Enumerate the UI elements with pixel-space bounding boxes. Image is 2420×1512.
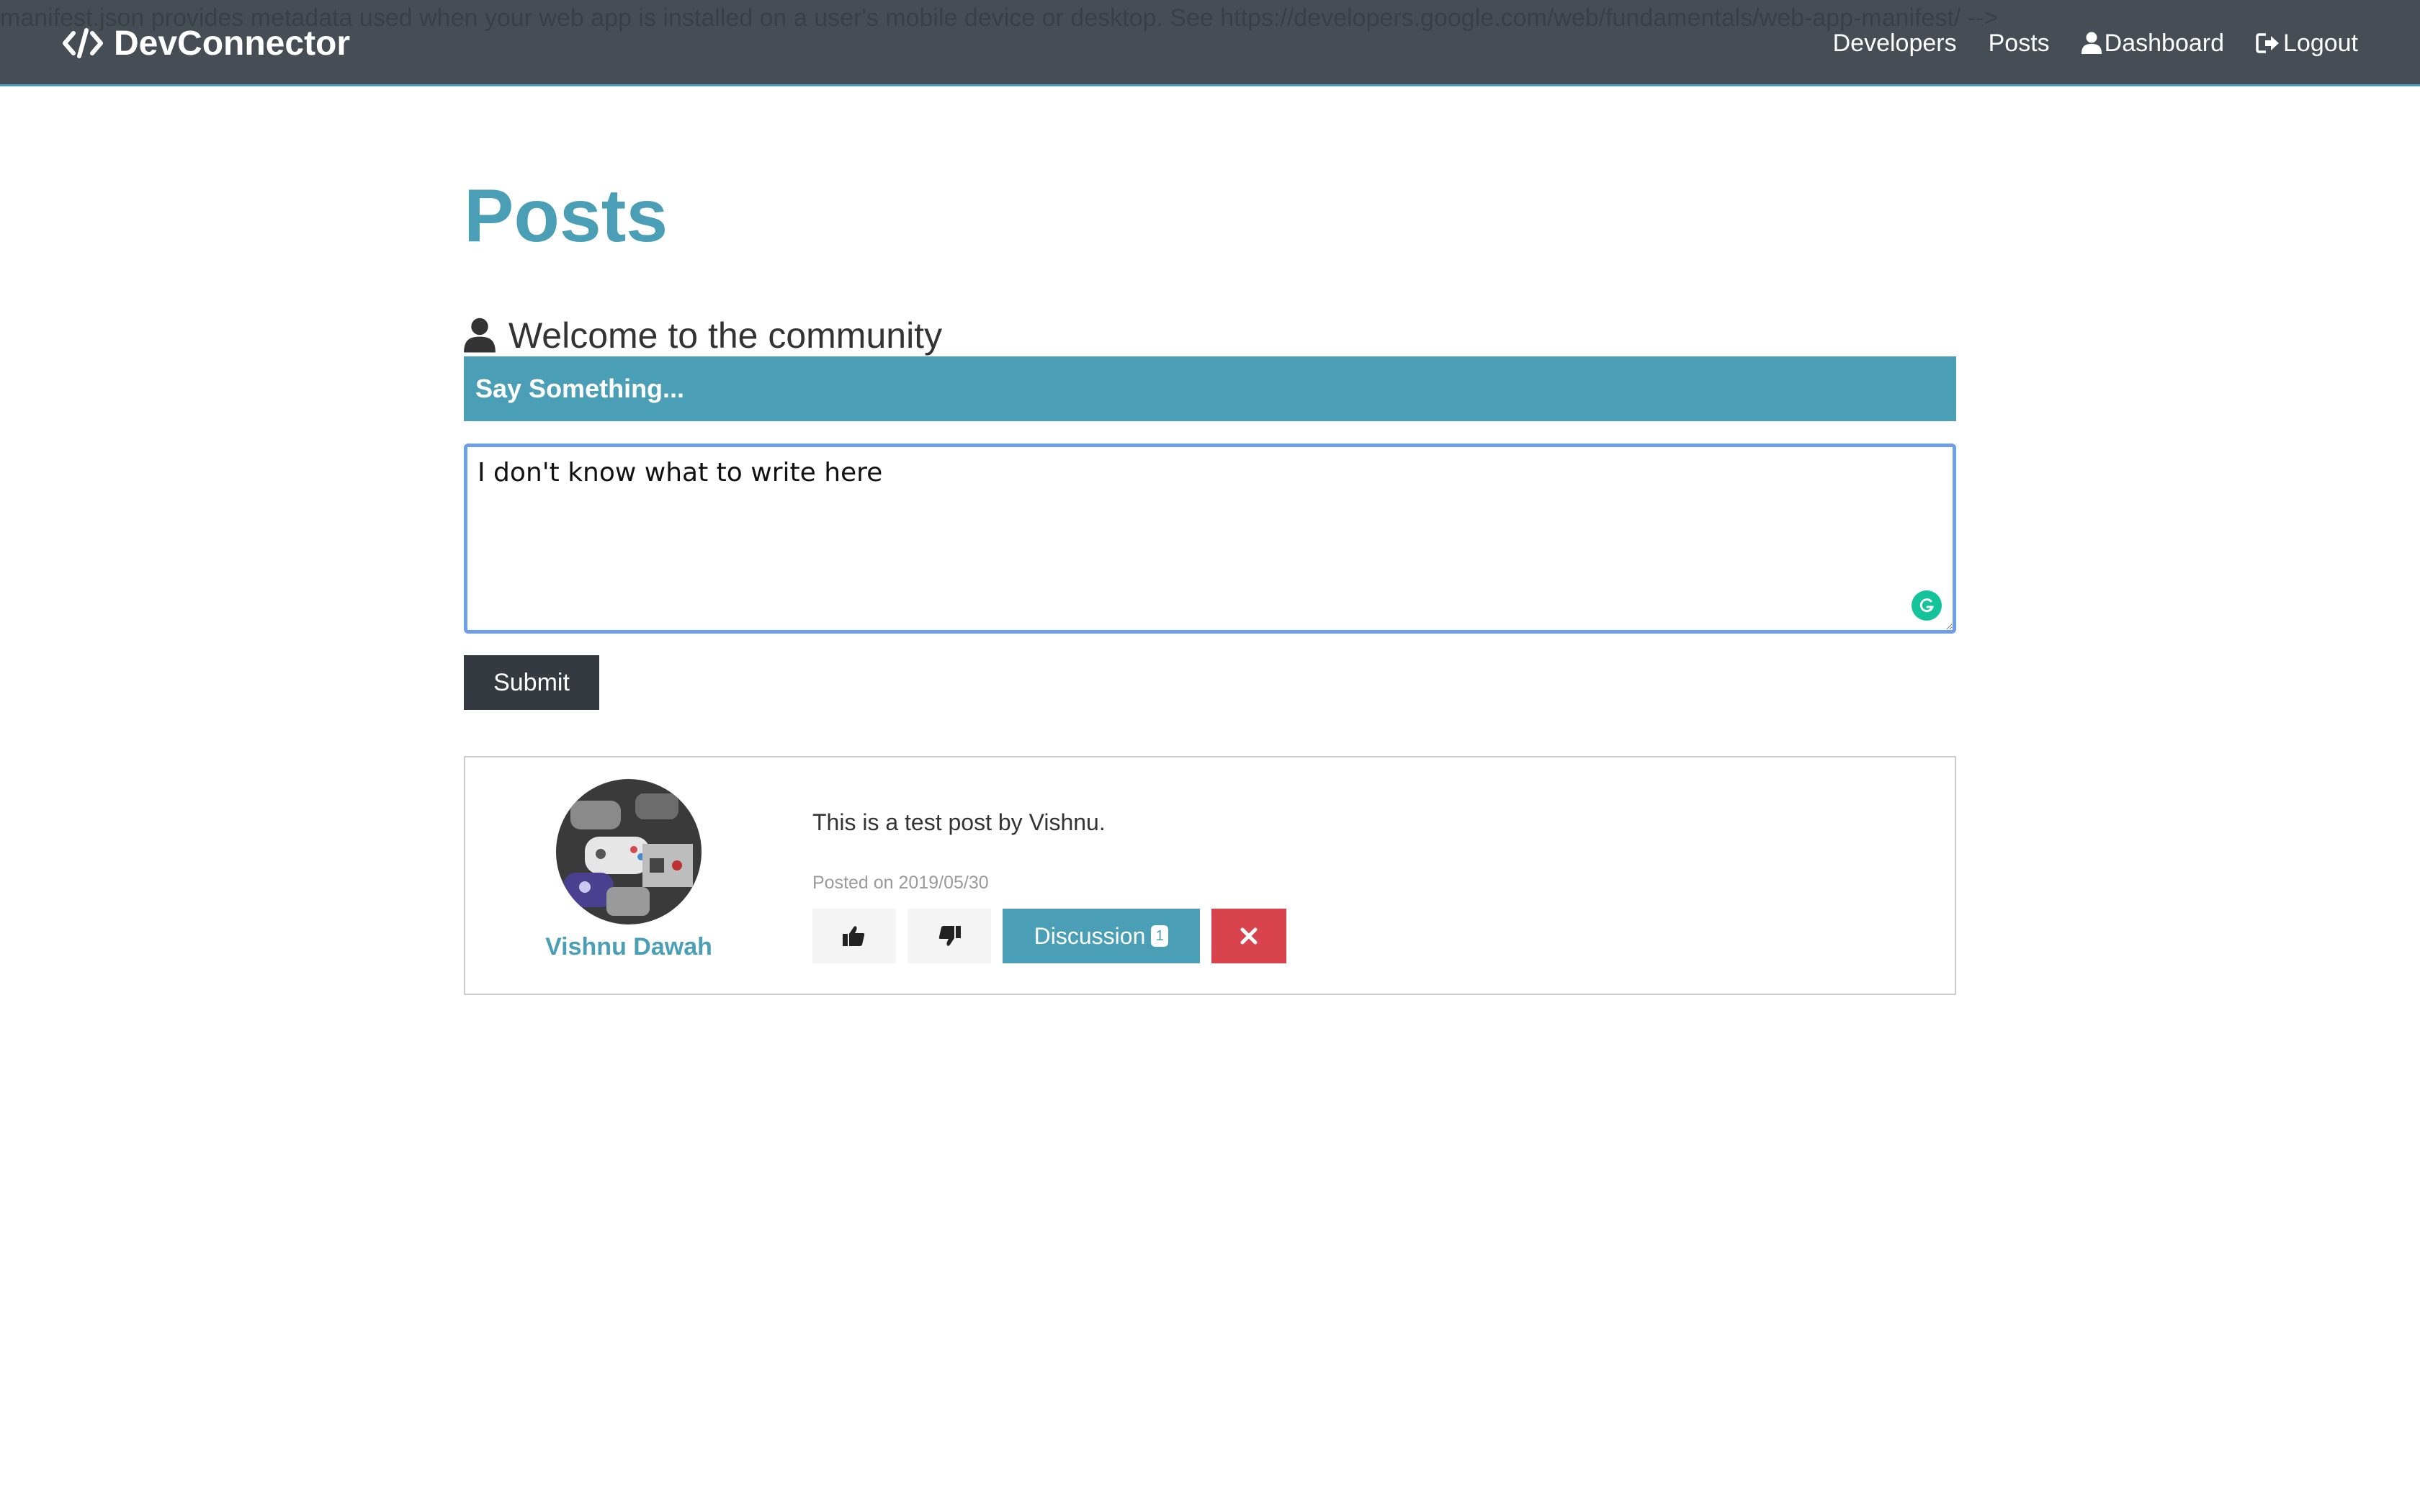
grammarly-icon[interactable] <box>1912 590 1942 621</box>
nav-links: Developers Posts Dashboard Logout <box>1833 22 2358 65</box>
nav-logout-link[interactable]: Logout <box>2256 30 2358 58</box>
user-icon <box>2081 32 2102 54</box>
sign-out-icon <box>2256 33 2279 53</box>
post-date: Posted on 2019/05/30 <box>812 873 989 893</box>
post-text: This is a test post by Vishnu. <box>812 809 1106 835</box>
code-icon <box>62 27 104 59</box>
page-title: Posts <box>464 174 668 258</box>
post-textarea[interactable]: I don't know what to write here <box>464 444 1956 634</box>
user-icon <box>464 318 496 353</box>
post-form-header: Say Something... <box>464 356 1956 421</box>
brand-link[interactable]: DevConnector <box>62 22 350 65</box>
post-card: Vishnu Dawah This is a test post by Vish… <box>464 756 1956 995</box>
post-textarea-wrapper: I don't know what to write here <box>464 444 1956 634</box>
nav-developers-link[interactable]: Developers <box>1833 30 1957 58</box>
brand-label: DevConnector <box>114 24 351 63</box>
delete-post-button[interactable] <box>1211 909 1286 963</box>
dislike-button[interactable] <box>908 909 991 963</box>
submit-button[interactable]: Submit <box>464 655 599 710</box>
post-form-header-label: Say Something... <box>475 374 685 403</box>
avatar[interactable] <box>556 779 702 924</box>
nav-dashboard-link[interactable]: Dashboard <box>2081 30 2224 58</box>
discussion-label: Discussion <box>1034 922 1146 949</box>
thumbs-down-icon <box>938 926 961 946</box>
navbar: DevConnector Developers Posts Dashboard … <box>0 0 2420 86</box>
like-button[interactable] <box>812 909 896 963</box>
nav-posts-link[interactable]: Posts <box>1989 30 2050 58</box>
lead-text: Welcome to the community <box>464 314 942 357</box>
nav-dashboard-label: Dashboard <box>2104 29 2224 57</box>
lead-label: Welcome to the community <box>508 315 943 356</box>
times-icon <box>1240 927 1258 945</box>
discussion-button[interactable]: Discussion 1 <box>1003 909 1200 963</box>
thumbs-up-icon <box>843 926 865 946</box>
nav-logout-label: Logout <box>2283 29 2358 57</box>
post-author-link[interactable]: Vishnu Dawah <box>527 933 730 961</box>
post-actions: Discussion 1 <box>812 909 1286 963</box>
comment-count-badge: 1 <box>1151 925 1169 947</box>
